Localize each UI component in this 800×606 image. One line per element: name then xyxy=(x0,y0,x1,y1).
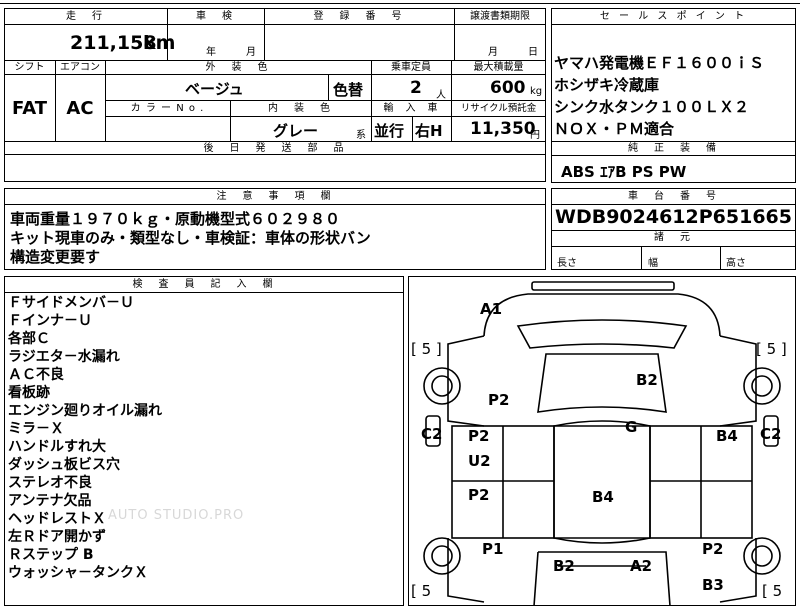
damage-mark-p2-door2: P2 xyxy=(468,486,490,504)
inspector-note-16: ウォッシャ－タンクＸ xyxy=(8,565,148,581)
interior-color-header: 内 装 色 xyxy=(268,103,333,114)
import-header: 輸 入 車 xyxy=(383,103,439,114)
inspector-note-11: ステレオ不良 xyxy=(8,475,92,491)
inspector-note-9: ハンドルすれ大 xyxy=(8,439,106,455)
import-drive-value: 並行 xyxy=(374,122,405,140)
chassis-header: 車 台 番 号 xyxy=(628,191,719,202)
capacity-unit: 人 xyxy=(436,90,446,101)
tire-mark-rl: [ 5 xyxy=(411,582,432,600)
inspector-note-1: Ｆサイドメンバ－Ｕ xyxy=(8,295,134,311)
capacity-header: 乗車定員 xyxy=(391,62,431,73)
sales-point-1: ヤマハ発電機ＥＦ１６００ｉＳ xyxy=(554,54,765,72)
damage-mark-b2-hood: B2 xyxy=(636,371,658,389)
recycle-value: 11,350 xyxy=(470,119,536,139)
note-line-3: 構造変更要す xyxy=(10,248,101,266)
interior-color-suffix: 系 xyxy=(356,130,366,141)
tire-mark-fl: [ 5 ] xyxy=(411,340,442,358)
standard-equipment-value: ABS ｴｱB PS PW xyxy=(561,163,687,181)
damage-mark-p2-door1: P2 xyxy=(468,427,490,445)
inspector-note-15: Ｒステップ B xyxy=(8,547,94,563)
exterior-color-header: 外 装 色 xyxy=(205,62,271,73)
color-no-header: カ ラ ー N o . xyxy=(130,103,205,114)
notes-header: 注 意 事 項 欄 xyxy=(216,191,334,202)
inspector-note-4: ラジエタ－水漏れ xyxy=(8,349,120,365)
damage-mark-c2-right: C2 xyxy=(760,425,782,443)
post-delivery-header: 後 日 発 送 部 品 xyxy=(203,143,347,154)
exterior-color-value: ベージュ xyxy=(185,80,244,98)
dim-height-label: 高さ xyxy=(726,258,746,269)
damage-mark-g: G xyxy=(625,418,638,436)
max-load-unit: kg xyxy=(530,86,543,97)
inspector-note-14: 左Ｒドア開かず xyxy=(8,529,106,545)
max-load-header: 最大積載量 xyxy=(473,62,524,73)
standard-equipment-header: 純 正 装 備 xyxy=(628,143,719,154)
inspector-note-10: ダッシュ板ビス穴 xyxy=(8,457,120,473)
damage-mark-a1: A1 xyxy=(480,300,503,318)
mileage-header: 走 行 xyxy=(66,11,105,22)
mileage-unit: km xyxy=(143,32,176,54)
inspector-note-13: ヘッドレストＸ xyxy=(8,511,106,527)
damage-mark-u2: U2 xyxy=(468,452,491,470)
damage-mark-a2: A2 xyxy=(630,557,653,575)
note-line-1: 車両重量１９７０ｋｇ・原動機型式６０２９８０ xyxy=(10,210,341,228)
inspector-note-3: 各部Ｃ xyxy=(8,331,50,347)
damage-mark-b3: B3 xyxy=(702,576,724,594)
interior-color-value: グレー xyxy=(273,122,319,140)
inspector-note-12: アンテナ欠品 xyxy=(8,493,92,509)
deadline-month-label: 月 xyxy=(488,47,498,58)
dim-length-label: 長さ xyxy=(557,258,577,269)
aircon-header: エアコン xyxy=(60,62,100,73)
inspection-month-label: 月 xyxy=(246,47,256,58)
sales-point-header: セ ー ル ス ポ イ ン ト xyxy=(599,11,748,22)
inspector-header: 検 査 員 記 入 欄 xyxy=(132,279,276,290)
damage-mark-b4-right: B4 xyxy=(716,427,738,445)
damage-mark-c2-left: C2 xyxy=(421,425,443,443)
post-delivery-box xyxy=(4,155,546,182)
color-change-label: 色替 xyxy=(333,81,364,99)
inspector-note-7: エンジン廻りオイル漏れ xyxy=(8,403,162,419)
chassis-number: WDB9024612P651665 xyxy=(555,206,792,228)
registration-header: 登 録 番 号 xyxy=(313,11,405,22)
dim-width-label: 幅 xyxy=(648,258,658,269)
dimensions-header: 諸 元 xyxy=(654,232,693,243)
shift-header: シフト xyxy=(14,62,45,73)
sales-point-2: ホシザキ冷蔵庫 xyxy=(554,76,660,94)
tire-mark-fr: [ 5 ] xyxy=(756,340,787,358)
damage-mark-p2-front: P2 xyxy=(488,391,510,409)
damage-mark-p2-rear: P2 xyxy=(702,540,724,558)
top-border xyxy=(0,3,800,4)
inspector-note-6: 看板跡 xyxy=(8,385,50,401)
damage-mark-b2-rear: B2 xyxy=(553,557,575,575)
damage-mark-b4-roof: B4 xyxy=(592,488,614,506)
damage-mark-p1: P1 xyxy=(482,540,504,558)
aircon-value: AC xyxy=(66,98,94,119)
recycle-header: リサイクル預託金 xyxy=(460,103,537,114)
inspector-note-5: ＡＣ不良 xyxy=(8,367,64,383)
inspector-note-2: Ｆインナ－Ｕ xyxy=(8,313,92,329)
inspector-note-8: ミラ－Ｘ xyxy=(8,421,64,437)
tire-mark-rr: [ 5 xyxy=(762,582,783,600)
watermark: AUTO STUDIO.PRO xyxy=(108,508,245,523)
inspection-year-label: 年 xyxy=(206,47,216,58)
capacity-value: 2 xyxy=(410,78,422,98)
recycle-unit: 円 xyxy=(530,130,540,141)
sales-point-3: シンク水タンク１００ＬＸ２ xyxy=(554,98,750,116)
inspection-header: 車 検 xyxy=(196,11,235,22)
shift-value: FAT xyxy=(11,98,48,119)
sales-point-4: ＮＯＸ・ＰＭ適合 xyxy=(554,120,675,138)
max-load-value: 600 xyxy=(490,78,526,98)
note-line-2: キット現車のみ・類型なし・車検証：車体の形状バン xyxy=(10,229,371,247)
import-handle-value: 右H xyxy=(415,122,443,140)
deadline-day-label: 日 xyxy=(528,47,538,58)
transfer-deadline-header: 譲渡書類期限 xyxy=(470,11,530,22)
